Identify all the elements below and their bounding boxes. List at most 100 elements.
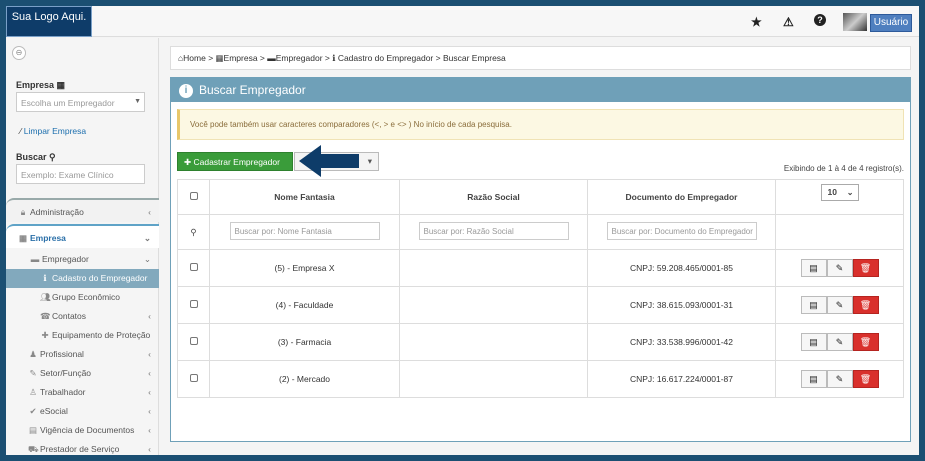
search-icon: ⚲ [49, 152, 56, 162]
top-bar: Sua Logo Aqui. ★ ⚠ ? Usuário [6, 6, 919, 37]
sidebar-item-setor-funcao[interactable]: ✎ Setor/Função ‹ [6, 364, 159, 383]
app-frame: Sua Logo Aqui. ★ ⚠ ? Usuário ⊖ Empresa ▦… [6, 6, 919, 455]
sidebar: ⊖ Empresa ▦ Escolha um Empregador ▼ ⁄ Lim… [6, 38, 159, 455]
col-razao-social[interactable]: Razão Social [399, 179, 588, 215]
sidebar-item-contatos[interactable]: ☎Contatos ‹ [6, 307, 159, 326]
filter-row: ⚲ Buscar por: Nome Fantasia Buscar por: … [177, 214, 904, 250]
row-checkbox[interactable] [189, 337, 198, 345]
select-all-checkbox[interactable] [189, 192, 198, 200]
view-icon[interactable]: ▤ [800, 370, 827, 388]
sidebar-item-esocial[interactable]: ✔ eSocial ‹ [6, 402, 159, 421]
panel-header: i Buscar Empregador [171, 78, 910, 102]
edit-icon[interactable]: ✎ [826, 333, 853, 351]
col-nome-fantasia[interactable]: Nome Fantasia [209, 179, 400, 215]
logo[interactable]: Sua Logo Aqui. [6, 6, 92, 37]
sidebar-item-prestador[interactable]: ⛟Prestador de Serviço ‹ [6, 440, 159, 455]
filter-nome-input[interactable]: Buscar por: Nome Fantasia [229, 222, 380, 240]
info-icon: ℹ [43, 273, 47, 283]
table-row: (3) - Farmacia CNPJ: 33.538.996/0001-42 … [177, 323, 904, 361]
collapse-sidebar-icon[interactable]: ⊖ [12, 46, 26, 60]
page-size-cell: 10 ⌄ [775, 179, 904, 215]
help-icon[interactable]: ? [814, 14, 826, 26]
briefcase-icon: ▬ [267, 53, 276, 63]
edit-icon[interactable]: ✎ [826, 370, 853, 388]
cell-nome: (2) - Mercado [209, 360, 400, 398]
filter-search-icon: ⚲ [177, 214, 210, 250]
sidebar-item-trabalhador[interactable]: ♙ Trabalhador ‹ [6, 383, 159, 402]
row-checkbox[interactable] [189, 263, 198, 271]
breadcrumb-current: Buscar Empresa [442, 53, 506, 63]
table-header: Nome Fantasia Razão Social Documento do … [177, 179, 904, 215]
breadcrumb-empregador[interactable]: Empregador [276, 53, 323, 63]
car-icon: ⛟ [28, 444, 39, 454]
view-icon[interactable]: ▤ [800, 333, 827, 351]
sidebar-item-grupo-economico[interactable]: 👥︎Grupo Econômico [6, 288, 159, 307]
logo-text: Sua Logo Aqui. [11, 11, 87, 23]
lock-icon: 🔒︎ [20, 207, 26, 217]
delete-icon[interactable]: 🗑︎ [852, 296, 879, 314]
warning-icon[interactable]: ⚠ [783, 15, 794, 29]
row-checkbox[interactable] [189, 300, 198, 308]
sidebar-item-vigencia[interactable]: ▤ Vigência de Documentos ‹ [6, 421, 159, 440]
sidebar-item-equipamento-protecao[interactable]: ✚ Equipamento de Proteção [6, 326, 159, 345]
building-icon: ▦ [18, 233, 28, 243]
sidebar-item-empregador[interactable]: ▬ Empregador ⌄ [6, 250, 159, 269]
breadcrumb-cadastro[interactable]: Cadastro do Empregador [338, 53, 433, 63]
pointer-arrow-icon [299, 145, 359, 177]
info-icon: i [179, 83, 193, 98]
phone-icon: ☎ [40, 311, 51, 321]
chevron-down-icon: ▼ [134, 98, 141, 105]
filter-documento-input[interactable]: Buscar por: Documento do Empregador [606, 222, 757, 240]
search-panel: i Buscar Empregador Você pode também usar… [170, 77, 911, 442]
building-icon: ▦ [215, 53, 224, 63]
cell-documento: CNPJ: 16.617.224/0001-87 [587, 360, 776, 398]
cell-razao [399, 286, 588, 324]
cell-documento: CNPJ: 38.615.093/0001-31 [587, 286, 776, 324]
chevron-down-icon: ⌄ [846, 188, 854, 197]
employer-table: Nome Fantasia Razão Social Documento do … [177, 179, 904, 398]
panel-title: Buscar Empregador [199, 83, 306, 97]
cell-razao [399, 323, 588, 361]
row-checkbox[interactable] [189, 374, 198, 382]
avatar[interactable] [843, 13, 867, 31]
cell-documento: CNPJ: 59.208.465/0001-85 [587, 249, 776, 287]
delete-icon[interactable]: 🗑︎ [852, 333, 879, 351]
row-actions: ▤ ✎ 🗑︎ [800, 296, 879, 314]
chevron-down-icon: ▾ [367, 156, 372, 166]
cell-documento: CNPJ: 33.538.996/0001-42 [587, 323, 776, 361]
filter-razao-input[interactable]: Buscar por: Razão Social [418, 222, 569, 240]
delete-icon[interactable]: 🗑︎ [852, 370, 879, 388]
sidebar-search-input[interactable]: Exemplo: Exame Clínico [16, 164, 145, 184]
person-icon: ♙ [29, 387, 37, 397]
edit-icon[interactable]: ✎ [826, 259, 853, 277]
star-icon[interactable]: ★ [751, 15, 762, 29]
users-icon: 👥︎ [40, 292, 51, 302]
empresa-select[interactable]: Escolha um Empregador ▼ [16, 92, 145, 112]
calendar-icon: ▤ [28, 425, 38, 435]
cell-razao [399, 360, 588, 398]
sidebar-item-cadastro-empregador[interactable]: ℹ Cadastro do Empregador [6, 269, 159, 288]
wrench-icon: ✎ [29, 368, 37, 378]
cell-nome: (5) - Empresa X [209, 249, 400, 287]
delete-icon[interactable]: 🗑︎ [852, 259, 879, 277]
breadcrumb-home[interactable]: Home [183, 53, 206, 63]
breadcrumb-empresa[interactable]: Empresa [224, 53, 258, 63]
sidebar-item-administracao[interactable]: 🔒︎ Administração ‹ [6, 198, 159, 222]
view-icon[interactable]: ▤ [800, 259, 827, 277]
view-icon[interactable]: ▤ [800, 296, 827, 314]
add-employer-button[interactable]: ✚ Cadastrar Empregador [177, 152, 293, 171]
user-button[interactable]: Usuário [870, 14, 912, 32]
cell-nome: (4) - Faculdade [209, 286, 400, 324]
select-all-cell [177, 179, 210, 215]
user-md-icon: ♟ [29, 349, 37, 359]
limpar-empresa-link[interactable]: ⁄ Limpar Empresa [20, 126, 86, 136]
breadcrumb: ⌂Home > ▦Empresa > ▬Empregador > ℹ Cadas… [170, 46, 911, 70]
plus-icon: ✚ [41, 330, 49, 340]
page-size-select[interactable]: 10 ⌄ [820, 184, 859, 201]
sidebar-item-empresa[interactable]: ▦ Empresa ⌄ [6, 224, 159, 248]
edit-icon[interactable]: ✎ [826, 296, 853, 314]
col-documento[interactable]: Documento do Empregador [587, 179, 776, 215]
buscar-label: Buscar ⚲ [16, 152, 56, 162]
table-row: (5) - Empresa X CNPJ: 59.208.465/0001-85… [177, 249, 904, 287]
sidebar-item-profissional[interactable]: ♟ Profissional ‹ [6, 345, 159, 364]
